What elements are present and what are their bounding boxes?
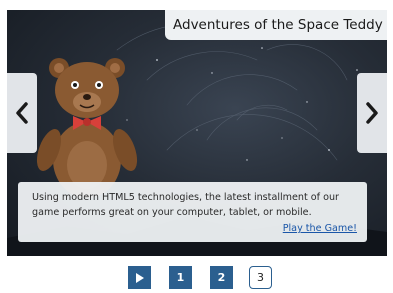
- image-slider: Adventures of the Space Teddy Using mode…: [7, 10, 387, 256]
- previous-slide-button[interactable]: [7, 73, 37, 153]
- page-button-3-current[interactable]: 3: [249, 266, 272, 289]
- page-button-1[interactable]: 1: [169, 266, 192, 289]
- play-icon: [135, 272, 144, 283]
- next-slide-button[interactable]: [357, 73, 387, 153]
- slide-description: Using modern HTML5 technologies, the lat…: [32, 192, 339, 218]
- slide-title: Adventures of the Space Teddy: [165, 10, 387, 40]
- chevron-left-icon: [16, 102, 28, 124]
- play-slideshow-button[interactable]: [128, 266, 151, 289]
- page-button-2[interactable]: 2: [210, 266, 233, 289]
- chevron-right-icon: [366, 102, 378, 124]
- teddy-bear-image: [36, 58, 138, 198]
- slide-caption: Using modern HTML5 technologies, the lat…: [18, 182, 367, 242]
- play-game-link[interactable]: Play the Game!: [283, 221, 357, 236]
